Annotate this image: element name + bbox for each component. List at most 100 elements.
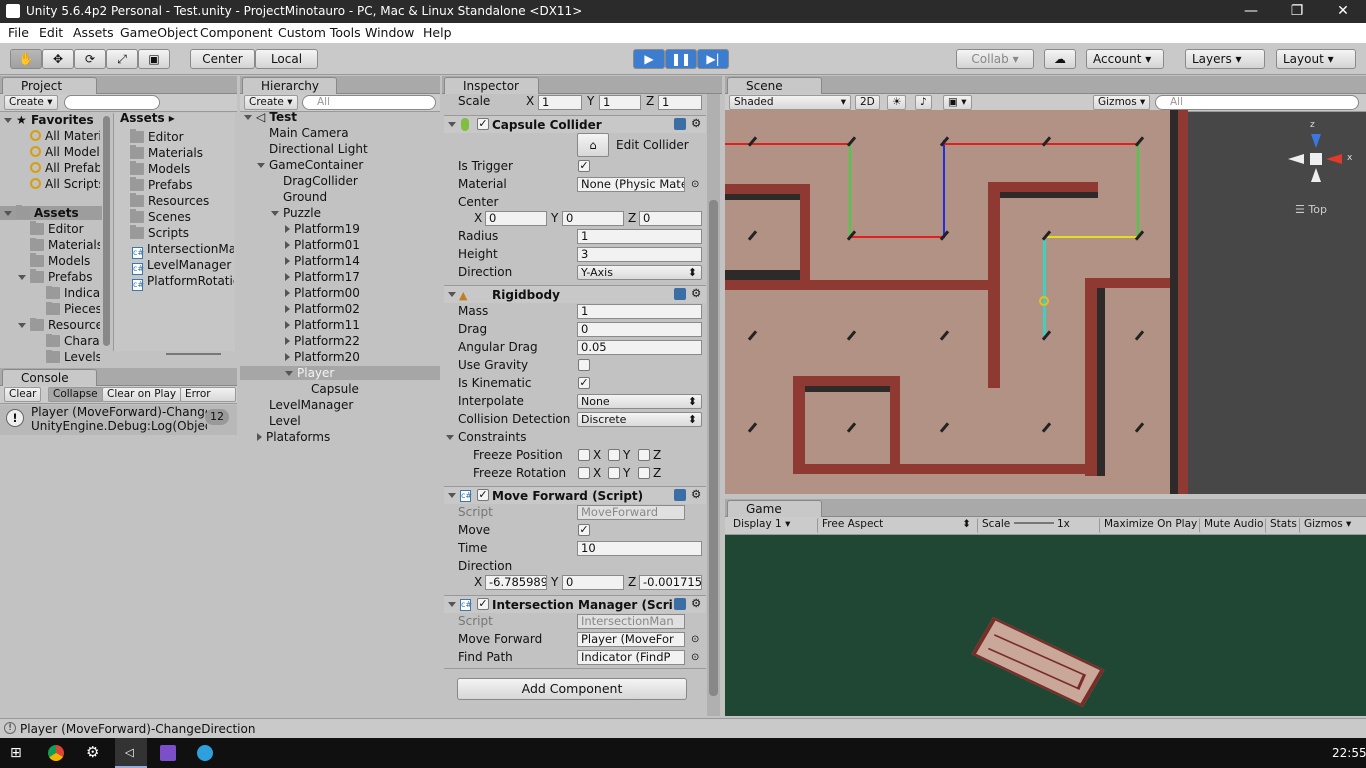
windows-start-icon[interactable]: ⊞ xyxy=(10,745,26,761)
2d-toggle-button[interactable]: 2D xyxy=(855,95,880,110)
asset-item[interactable]: Resources xyxy=(130,193,209,208)
tab-hierarchy[interactable]: Hierarchy xyxy=(242,77,337,94)
gear-icon[interactable]: ⚙ xyxy=(691,116,701,130)
move-forward-ref-field[interactable]: Player (MoveFor xyxy=(577,632,685,647)
asset-item[interactable]: Scenes xyxy=(130,209,191,224)
minimize-button[interactable]: — xyxy=(1228,0,1274,23)
find-path-field[interactable]: Indicator (FindP xyxy=(577,650,685,665)
freeze-rot-y-checkbox[interactable] xyxy=(608,467,620,479)
game-gizmos-dropdown[interactable]: Gizmos ▾ xyxy=(1299,518,1355,533)
tab-inspector[interactable]: Inspector xyxy=(444,77,539,94)
help-icon[interactable] xyxy=(674,118,686,130)
object-picker-icon[interactable]: ⊙ xyxy=(691,179,699,190)
capsule-enabled-checkbox[interactable]: ✓ xyxy=(477,118,489,130)
center-z-field[interactable]: 0 xyxy=(639,211,702,226)
shading-dropdown[interactable]: Shaded ▾ xyxy=(729,95,851,110)
direction-y-field[interactable]: 0 xyxy=(562,575,624,590)
asset-item[interactable]: c#PlatformRotation xyxy=(132,274,234,291)
hierarchy-item[interactable]: DragCollider xyxy=(283,174,358,188)
is-trigger-checkbox[interactable]: ✓ xyxy=(578,160,590,172)
menu-help[interactable]: Help xyxy=(423,25,452,40)
asset-item[interactable]: Scripts xyxy=(130,225,189,240)
mute-audio-toggle[interactable]: Mute Audio xyxy=(1199,518,1267,533)
hierarchy-item[interactable]: Platform11 xyxy=(285,318,360,332)
rigidbody-header[interactable]: ▲ Rigidbody ⚙ xyxy=(444,285,706,303)
is-kinematic-checkbox[interactable]: ✓ xyxy=(578,377,590,389)
asset-item[interactable]: Prefabs xyxy=(130,177,193,192)
hierarchy-item[interactable]: Directional Light xyxy=(269,142,368,156)
tree-item[interactable]: Resources xyxy=(18,318,100,332)
console-clear-on-play-button[interactable]: Clear on Play xyxy=(102,387,182,402)
edit-collider-button[interactable]: ⌂ xyxy=(577,133,609,157)
console-clear-button[interactable]: Clear xyxy=(4,387,42,402)
settings-gear-icon[interactable]: ⚙ xyxy=(86,743,99,761)
console-collapse-button[interactable]: Collapse xyxy=(48,387,103,402)
close-button[interactable]: ✕ xyxy=(1320,0,1366,23)
unity-taskbar-icon[interactable]: ◁ xyxy=(115,738,147,768)
radius-field[interactable]: 1 xyxy=(577,229,702,244)
restore-button[interactable]: ❐ xyxy=(1274,0,1320,23)
favorite-item[interactable]: All Scripts xyxy=(30,177,100,191)
pivot-local-button[interactable]: Local xyxy=(255,49,318,69)
rect-tool-icon[interactable]: ▣ xyxy=(138,49,170,69)
visual-studio-icon[interactable] xyxy=(160,745,176,761)
tab-game[interactable]: Game xyxy=(727,500,822,517)
move-forward-header[interactable]: c# ✓ Move Forward (Script) ⚙ xyxy=(444,486,706,504)
hierarchy-item[interactable]: GameContainer xyxy=(257,158,363,172)
scale-tool-icon[interactable]: ⤢ xyxy=(106,49,138,69)
tab-scene[interactable]: Scene xyxy=(727,77,822,94)
center-y-field[interactable]: 0 xyxy=(562,211,624,226)
favorite-item[interactable]: All Materials xyxy=(30,129,100,143)
hierarchy-item[interactable]: Platform14 xyxy=(285,254,360,268)
project-tree-scrollbar[interactable] xyxy=(103,116,110,346)
freeze-rot-x-checkbox[interactable] xyxy=(578,467,590,479)
maximize-on-play-toggle[interactable]: Maximize On Play xyxy=(1099,518,1201,533)
menu-custom-tools[interactable]: Custom Tools xyxy=(278,25,361,40)
time-field[interactable]: 10 xyxy=(577,541,702,556)
asset-item[interactable]: c# LevelManager xyxy=(132,258,234,275)
gear-icon[interactable]: ⚙ xyxy=(691,596,701,610)
tree-item[interactable]: Models xyxy=(30,253,90,268)
center-x-field[interactable]: 0 xyxy=(485,211,547,226)
pause-button[interactable]: ❚❚ xyxy=(665,49,697,69)
hierarchy-search-input[interactable]: All xyxy=(302,95,436,110)
hierarchy-item[interactable]: Ground xyxy=(283,190,327,204)
help-icon[interactable] xyxy=(674,288,686,300)
scale-slider[interactable]: Scale 1x xyxy=(977,518,1099,533)
scene-root[interactable]: ◁ Test xyxy=(244,110,297,124)
hierarchy-item[interactable]: Platform01 xyxy=(285,238,360,252)
lighting-icon[interactable]: ☀ xyxy=(887,95,907,110)
inspector-scroll-thumb[interactable] xyxy=(709,200,718,696)
menu-gameobject[interactable]: GameObject xyxy=(120,25,198,40)
telegram-icon[interactable] xyxy=(197,745,213,761)
tree-item[interactable]: Pieces xyxy=(46,302,100,316)
hierarchy-item[interactable]: Level xyxy=(269,414,301,428)
icon-size-slider[interactable] xyxy=(166,353,221,355)
hierarchy-item[interactable]: Capsule xyxy=(311,382,359,396)
asset-item[interactable]: Editor xyxy=(130,129,184,144)
hierarchy-item[interactable]: Platform19 xyxy=(285,222,360,236)
scale-y-field[interactable]: 1 xyxy=(599,95,641,110)
clock[interactable]: 22:55 xyxy=(1332,746,1366,760)
move-checkbox[interactable]: ✓ xyxy=(578,524,590,536)
direction-dropdown[interactable]: Y-Axis ⬍ xyxy=(577,265,702,280)
intersection-enabled-checkbox[interactable]: ✓ xyxy=(477,598,489,610)
intersection-manager-header[interactable]: c# ✓ Intersection Manager (Scri ⚙ xyxy=(444,595,706,613)
favorite-item[interactable]: All Prefabs xyxy=(30,161,100,175)
hierarchy-item[interactable]: LevelManager xyxy=(269,398,353,412)
play-button[interactable]: ▶ xyxy=(633,49,665,69)
height-field[interactable]: 3 xyxy=(577,247,702,262)
console-log-entry[interactable]: ! Player (MoveForward)-ChangeDirection U… xyxy=(0,405,237,435)
account-dropdown[interactable]: Account ▾ xyxy=(1086,49,1164,69)
constraints-foldout[interactable]: Constraints xyxy=(446,430,526,444)
project-search-input[interactable] xyxy=(64,95,160,110)
gizmos-dropdown[interactable]: Gizmos ▾ xyxy=(1093,95,1151,110)
gear-icon[interactable]: ⚙ xyxy=(691,487,701,501)
step-button[interactable]: ▶| xyxy=(697,49,729,69)
favorite-item[interactable]: All Models xyxy=(30,145,100,159)
favorites-header[interactable]: ★ Favorites xyxy=(4,113,94,127)
scene-viewport[interactable] xyxy=(725,110,1188,494)
collision-detection-dropdown[interactable]: Discrete ⬍ xyxy=(577,412,702,427)
tree-item[interactable]: Levels xyxy=(46,350,100,364)
hand-tool-icon[interactable]: ✋ xyxy=(10,49,42,69)
